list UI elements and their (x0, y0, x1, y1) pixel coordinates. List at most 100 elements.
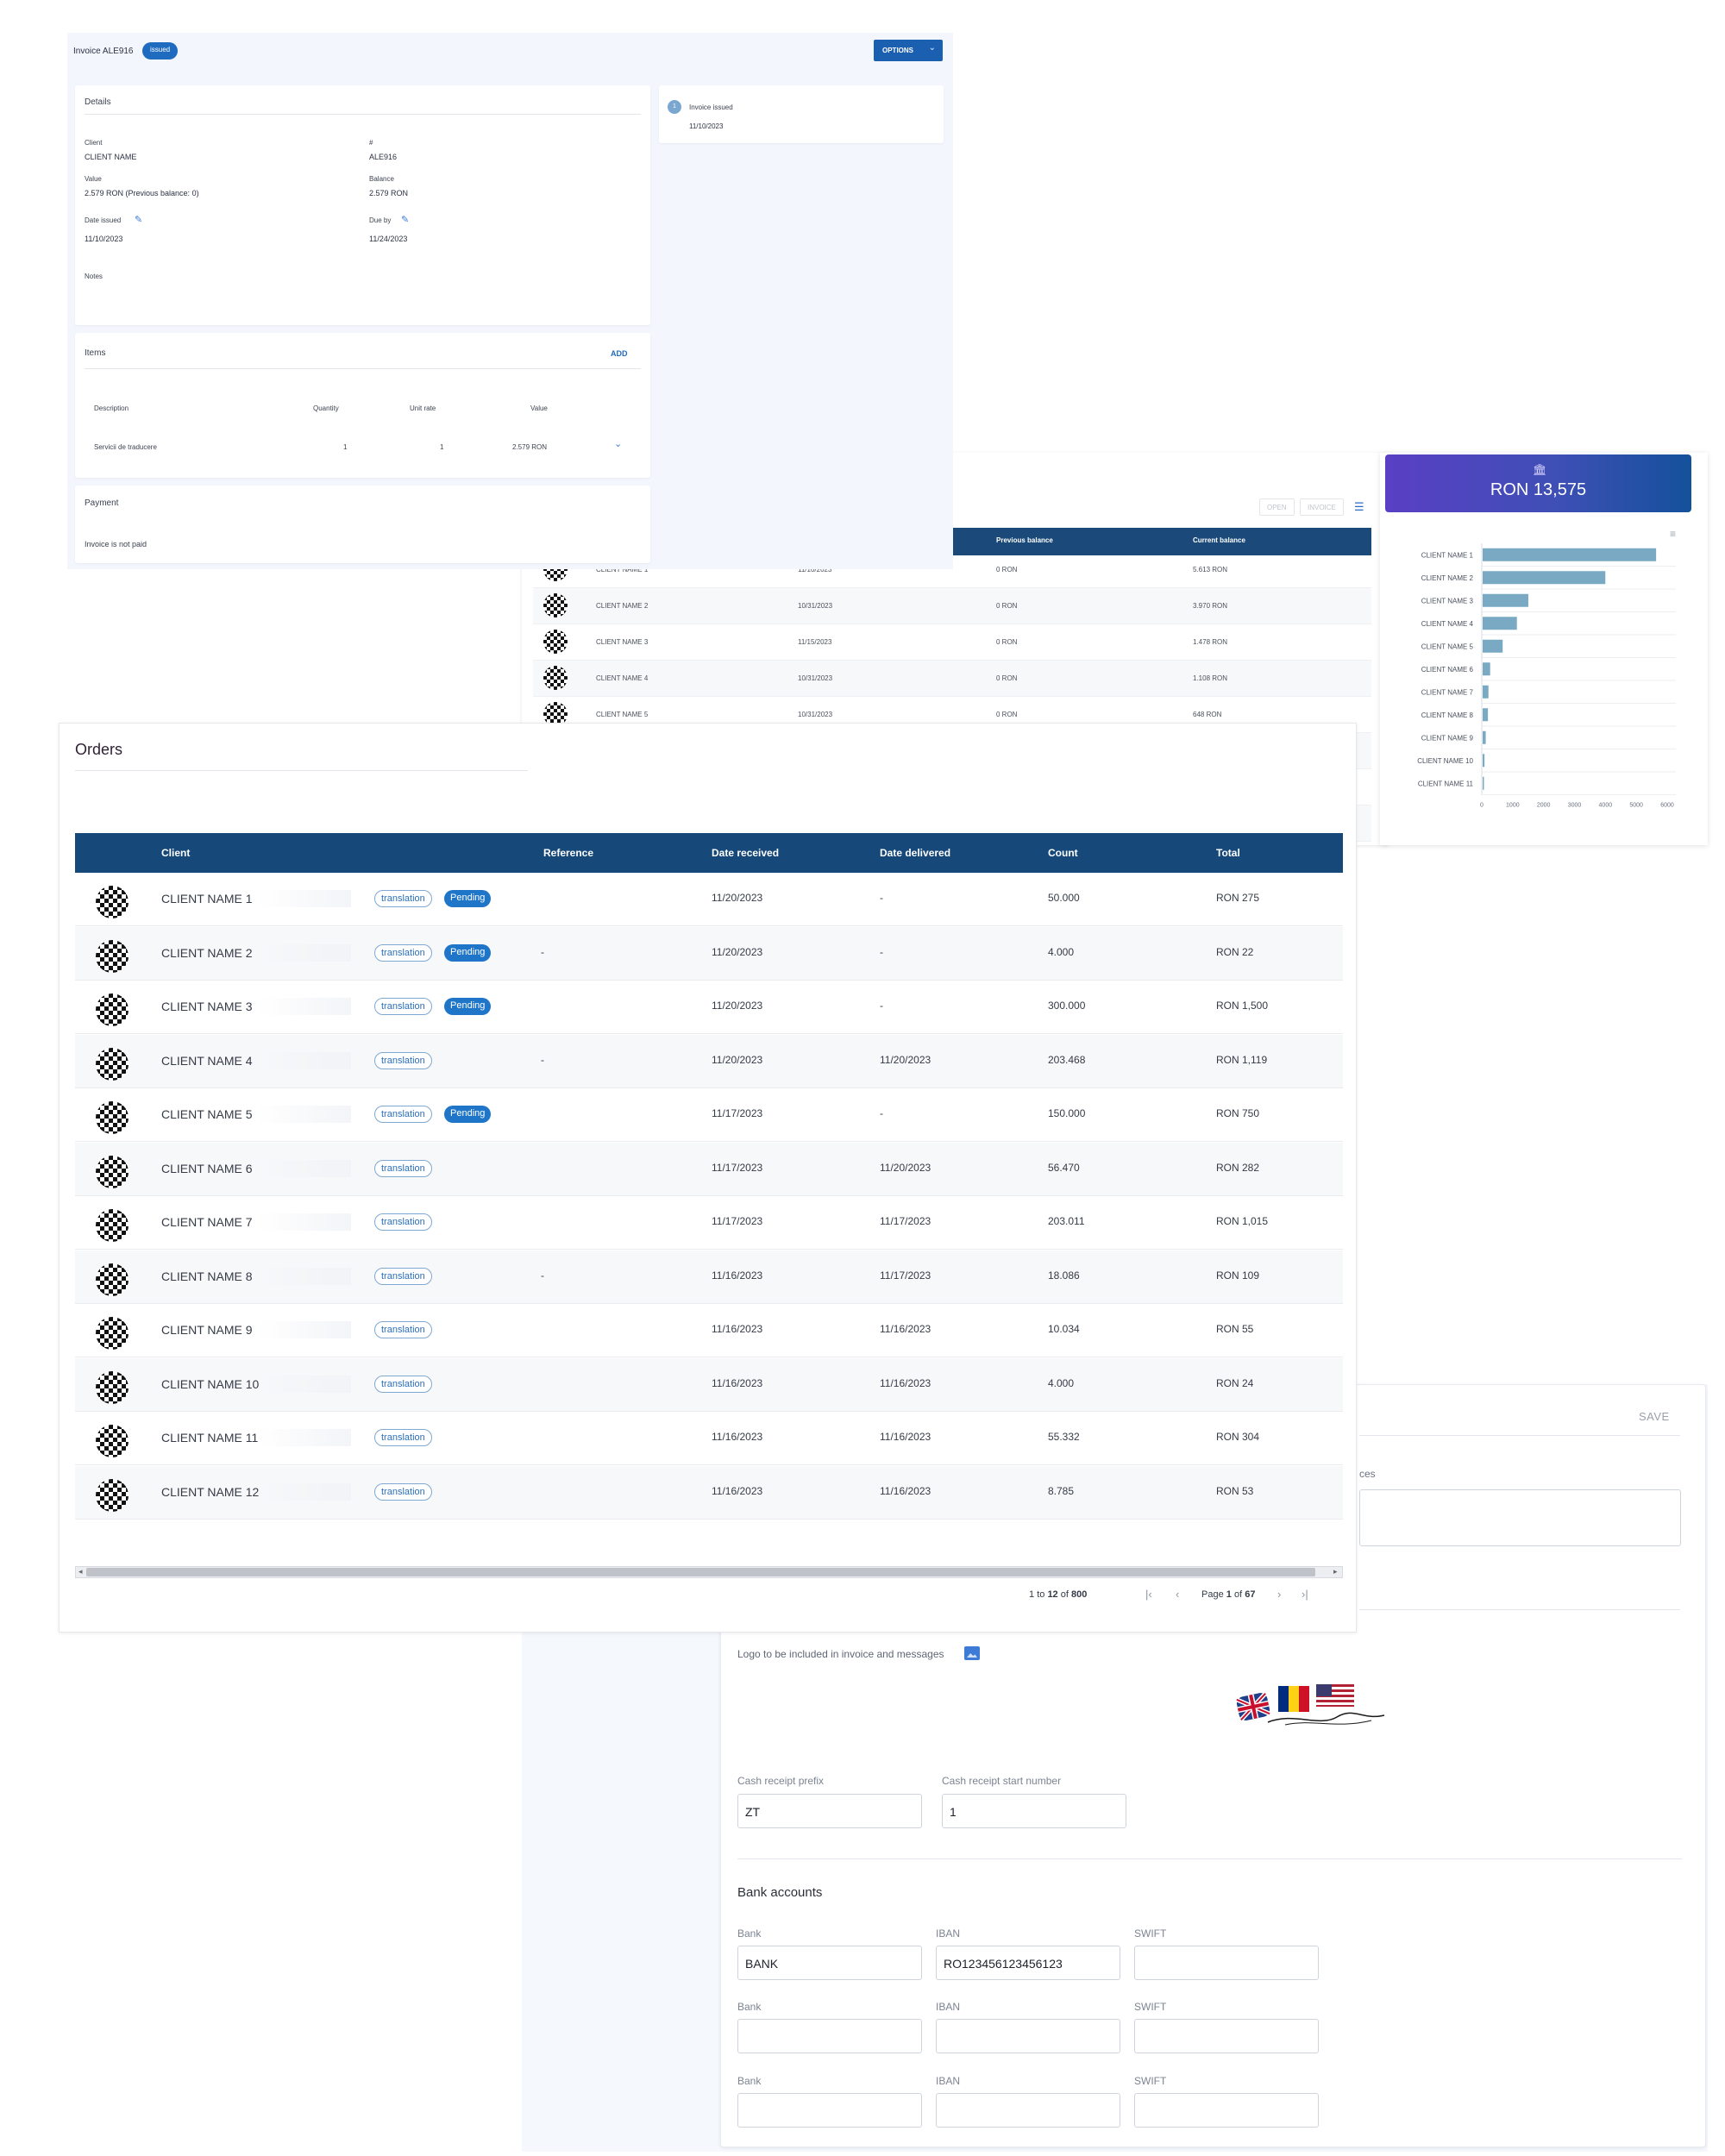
bank-input[interactable] (737, 2093, 922, 2128)
swift-input[interactable] (1134, 2019, 1319, 2053)
client-name[interactable]: CLIENT NAME 8 (161, 1269, 253, 1283)
table-row[interactable]: CLIENT NAME 8 translation - 11/16/2023 11/17… (75, 1250, 1343, 1304)
column-unit-rate: Unit rate (410, 404, 436, 412)
column-client[interactable]: Client (161, 847, 190, 859)
cash-prefix-input[interactable]: ZT (737, 1794, 922, 1828)
category-label: CLIENT NAME 8 (1421, 711, 1474, 719)
column-reference[interactable]: Reference (543, 847, 593, 859)
bar (1483, 548, 1657, 561)
service-tag: translation (374, 998, 432, 1015)
current-balance: 5.613 RON (1193, 566, 1228, 573)
client-name[interactable]: CLIENT NAME 9 (161, 1323, 253, 1337)
details-card (75, 85, 650, 325)
bank-input[interactable]: BANK (737, 1946, 922, 1980)
avatar (96, 1425, 129, 1457)
iban-input[interactable] (936, 2019, 1120, 2053)
table-row[interactable]: CLIENT NAME 9 translation 11/16/2023 11/16/… (75, 1304, 1343, 1357)
add-item-button[interactable]: ADD (611, 349, 628, 358)
client-name[interactable]: CLIENT NAME 12 (161, 1485, 259, 1499)
date-received: 11/17/2023 (712, 1107, 763, 1119)
filter-icon[interactable]: ☰ (1354, 500, 1364, 514)
bank-input[interactable] (737, 2019, 922, 2053)
table-row[interactable]: CLIENT NAME 5 translation Pending 11/17/202… (75, 1088, 1343, 1142)
date-received: 11/20/2023 (712, 1000, 763, 1012)
save-button[interactable]: SAVE (1639, 1410, 1670, 1423)
client-name[interactable]: CLIENT NAME 1 (161, 892, 253, 906)
service-tag: translation (374, 1375, 432, 1393)
redacted-field (256, 1267, 351, 1285)
filter-open-button[interactable]: OPEN (1259, 498, 1295, 516)
scroll-right-icon[interactable]: ▸ (1333, 1567, 1338, 1576)
table-row[interactable]: CLIENT NAME 1 translation Pending 11/20/202… (75, 873, 1343, 926)
payment-title: Payment (85, 498, 119, 508)
column-date-delivered[interactable]: Date delivered (880, 847, 950, 859)
company-logo (1235, 1684, 1385, 1726)
status-badge: Pending (444, 998, 492, 1015)
client-name[interactable]: CLIENT NAME 10 (161, 1377, 259, 1391)
client-name[interactable]: CLIENT NAME 6 (161, 1162, 253, 1175)
client-name[interactable]: CLIENT NAME 3 (161, 1000, 253, 1013)
column-total[interactable]: Total (1216, 847, 1240, 859)
previous-page-icon[interactable]: ‹ (1176, 1588, 1179, 1601)
iban-input[interactable]: RO123456123456123 (936, 1946, 1120, 1980)
previous-balance: 0 RON (996, 566, 1018, 573)
client-name[interactable]: CLIENT NAME 4 (161, 1054, 253, 1068)
cash-start-input[interactable]: 1 (942, 1794, 1126, 1828)
chevron-down-icon[interactable]: ⌄ (614, 438, 622, 449)
column-previous-balance[interactable]: Previous balance (996, 536, 1053, 544)
iban-input[interactable] (936, 2093, 1120, 2128)
client-name[interactable]: CLIENT NAME 5 (161, 1107, 253, 1121)
table-row[interactable]: CLIENT NAME 2 translation Pending - 11/20/20… (75, 926, 1343, 981)
table-row[interactable]: CLIENT NAME 3 11/15/2023 0 RON 1.478 RON (533, 624, 1371, 661)
category-label: CLIENT NAME 1 (1421, 551, 1474, 559)
column-count[interactable]: Count (1048, 847, 1078, 859)
client-name[interactable]: CLIENT NAME 2 (161, 946, 253, 960)
value-value: 2.579 RON (Previous balance: 0) (85, 189, 199, 197)
table-row[interactable]: CLIENT NAME 12 translation 11/16/2023 11/16… (75, 1465, 1343, 1520)
image-upload-icon[interactable] (964, 1646, 980, 1660)
total: RON 1,119 (1216, 1053, 1268, 1066)
table-row[interactable]: CLIENT NAME 2 10/31/2023 0 RON 3.970 RON (533, 588, 1371, 624)
swift-input[interactable] (1134, 1946, 1319, 1980)
table-row[interactable]: CLIENT NAME 7 translation 11/17/2023 11/17/… (75, 1196, 1343, 1250)
divider (85, 114, 641, 115)
client-name[interactable]: CLIENT NAME 7 (161, 1215, 253, 1229)
table-row[interactable]: CLIENT NAME 10 translation 11/16/2023 11/16… (75, 1357, 1343, 1412)
scrollbar-thumb[interactable] (86, 1568, 1315, 1576)
count: 55.332 (1048, 1431, 1080, 1443)
previous-balance: 0 RON (996, 674, 1018, 682)
next-page-icon[interactable]: › (1277, 1588, 1281, 1601)
service-tag: translation (374, 1429, 432, 1446)
client-name[interactable]: CLIENT NAME 11 (161, 1431, 258, 1445)
table-row[interactable]: CLIENT NAME 11 translation 11/16/2023 11/16… (75, 1412, 1343, 1465)
count: 56.470 (1048, 1161, 1080, 1174)
text-area[interactable] (1359, 1489, 1681, 1546)
table-row[interactable]: CLIENT NAME 4 10/31/2023 0 RON 1.108 RON (533, 661, 1371, 697)
last-page-icon[interactable]: ›| (1302, 1588, 1308, 1601)
total: RON 24 (1216, 1376, 1254, 1389)
bar (1483, 571, 1606, 585)
count: 10.034 (1048, 1323, 1080, 1335)
redacted-field (256, 998, 351, 1015)
table-row[interactable]: CLIENT NAME 3 translation Pending 11/20/202… (75, 981, 1343, 1034)
edit-pencil-icon[interactable]: ✎ (135, 214, 145, 225)
date-received: 11/16/2023 (712, 1376, 763, 1389)
swift-input[interactable] (1134, 2093, 1319, 2128)
options-button[interactable]: OPTIONS (874, 40, 943, 61)
menu-icon[interactable]: ≡ (1670, 528, 1676, 540)
column-date-received[interactable]: Date received (712, 847, 779, 859)
count: 18.086 (1048, 1269, 1080, 1282)
pagination-page: Page 1 of 67 (1201, 1589, 1255, 1600)
column-current-balance[interactable]: Current balance (1193, 536, 1245, 544)
table-row[interactable]: CLIENT NAME 6 translation 11/17/2023 11/20/… (75, 1142, 1343, 1196)
edit-pencil-icon[interactable]: ✎ (401, 214, 411, 225)
category-label: CLIENT NAME 11 (1418, 780, 1474, 787)
timeline-card (659, 85, 944, 143)
service-tag: translation (374, 1267, 432, 1285)
first-page-icon[interactable]: |‹ (1145, 1588, 1152, 1601)
table-row[interactable]: CLIENT NAME 4 translation - 11/20/2023 11/20… (75, 1034, 1343, 1088)
bank-label: Bank (737, 1927, 762, 1940)
pagination-range: 1 to 12 of 800 (1029, 1589, 1087, 1600)
scroll-left-icon[interactable]: ◂ (78, 1567, 83, 1576)
filter-invoice-button[interactable]: INVOICE (1300, 498, 1344, 516)
